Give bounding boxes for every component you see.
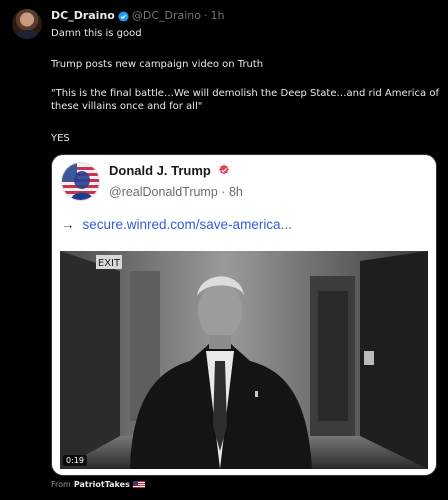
video-frame: EXIT <box>60 251 428 469</box>
post-header: DC_Draino @DC_Draino · 1h <box>51 9 224 23</box>
post-text-line: Trump posts new campaign video on Truth <box>51 59 264 70</box>
from-label: From <box>51 480 71 489</box>
winred-link-row[interactable]: → secure.winred.com/save-america... <box>61 217 292 232</box>
campaign-video[interactable]: EXIT 0:19 <box>60 251 428 469</box>
us-flag-icon <box>132 481 145 488</box>
video-duration: 0:19 <box>63 455 87 466</box>
quoted-handle[interactable]: @realDonaldTrump <box>109 185 218 199</box>
quoted-handle-line: @realDonaldTrump · 8h <box>109 185 243 199</box>
quoted-separator: · <box>221 185 226 199</box>
arrow-right-icon: → <box>61 217 75 232</box>
post-quote-text: "This is the final battle…We will demoli… <box>51 88 439 112</box>
exit-sign: EXIT <box>98 258 121 269</box>
timestamp[interactable]: 1h <box>211 9 225 23</box>
separator: · <box>204 9 208 22</box>
handle[interactable]: @DC_Draino <box>132 9 201 23</box>
avatar[interactable] <box>12 9 42 39</box>
avatar-shirt <box>16 30 38 39</box>
flag-portrait-icon <box>62 163 99 200</box>
winred-link[interactable]: secure.winred.com/save-america... <box>83 217 292 232</box>
quoted-time: 8h <box>228 185 243 199</box>
display-name[interactable]: DC_Draino <box>51 9 115 23</box>
truth-verified-icon <box>219 164 229 175</box>
source-attribution: From PatriotTakes <box>51 480 145 489</box>
trump-avatar <box>61 162 100 201</box>
quoted-truth-card[interactable]: Donald J. Trump @realDonaldTrump · 8h → s… <box>51 154 437 476</box>
post-text-line: Damn this is good <box>51 28 142 39</box>
quoted-name[interactable]: Donald J. Trump <box>109 163 211 178</box>
verified-badge-icon <box>118 10 129 22</box>
post-text-line: YES <box>51 133 70 144</box>
source-name[interactable]: PatriotTakes <box>74 480 130 489</box>
